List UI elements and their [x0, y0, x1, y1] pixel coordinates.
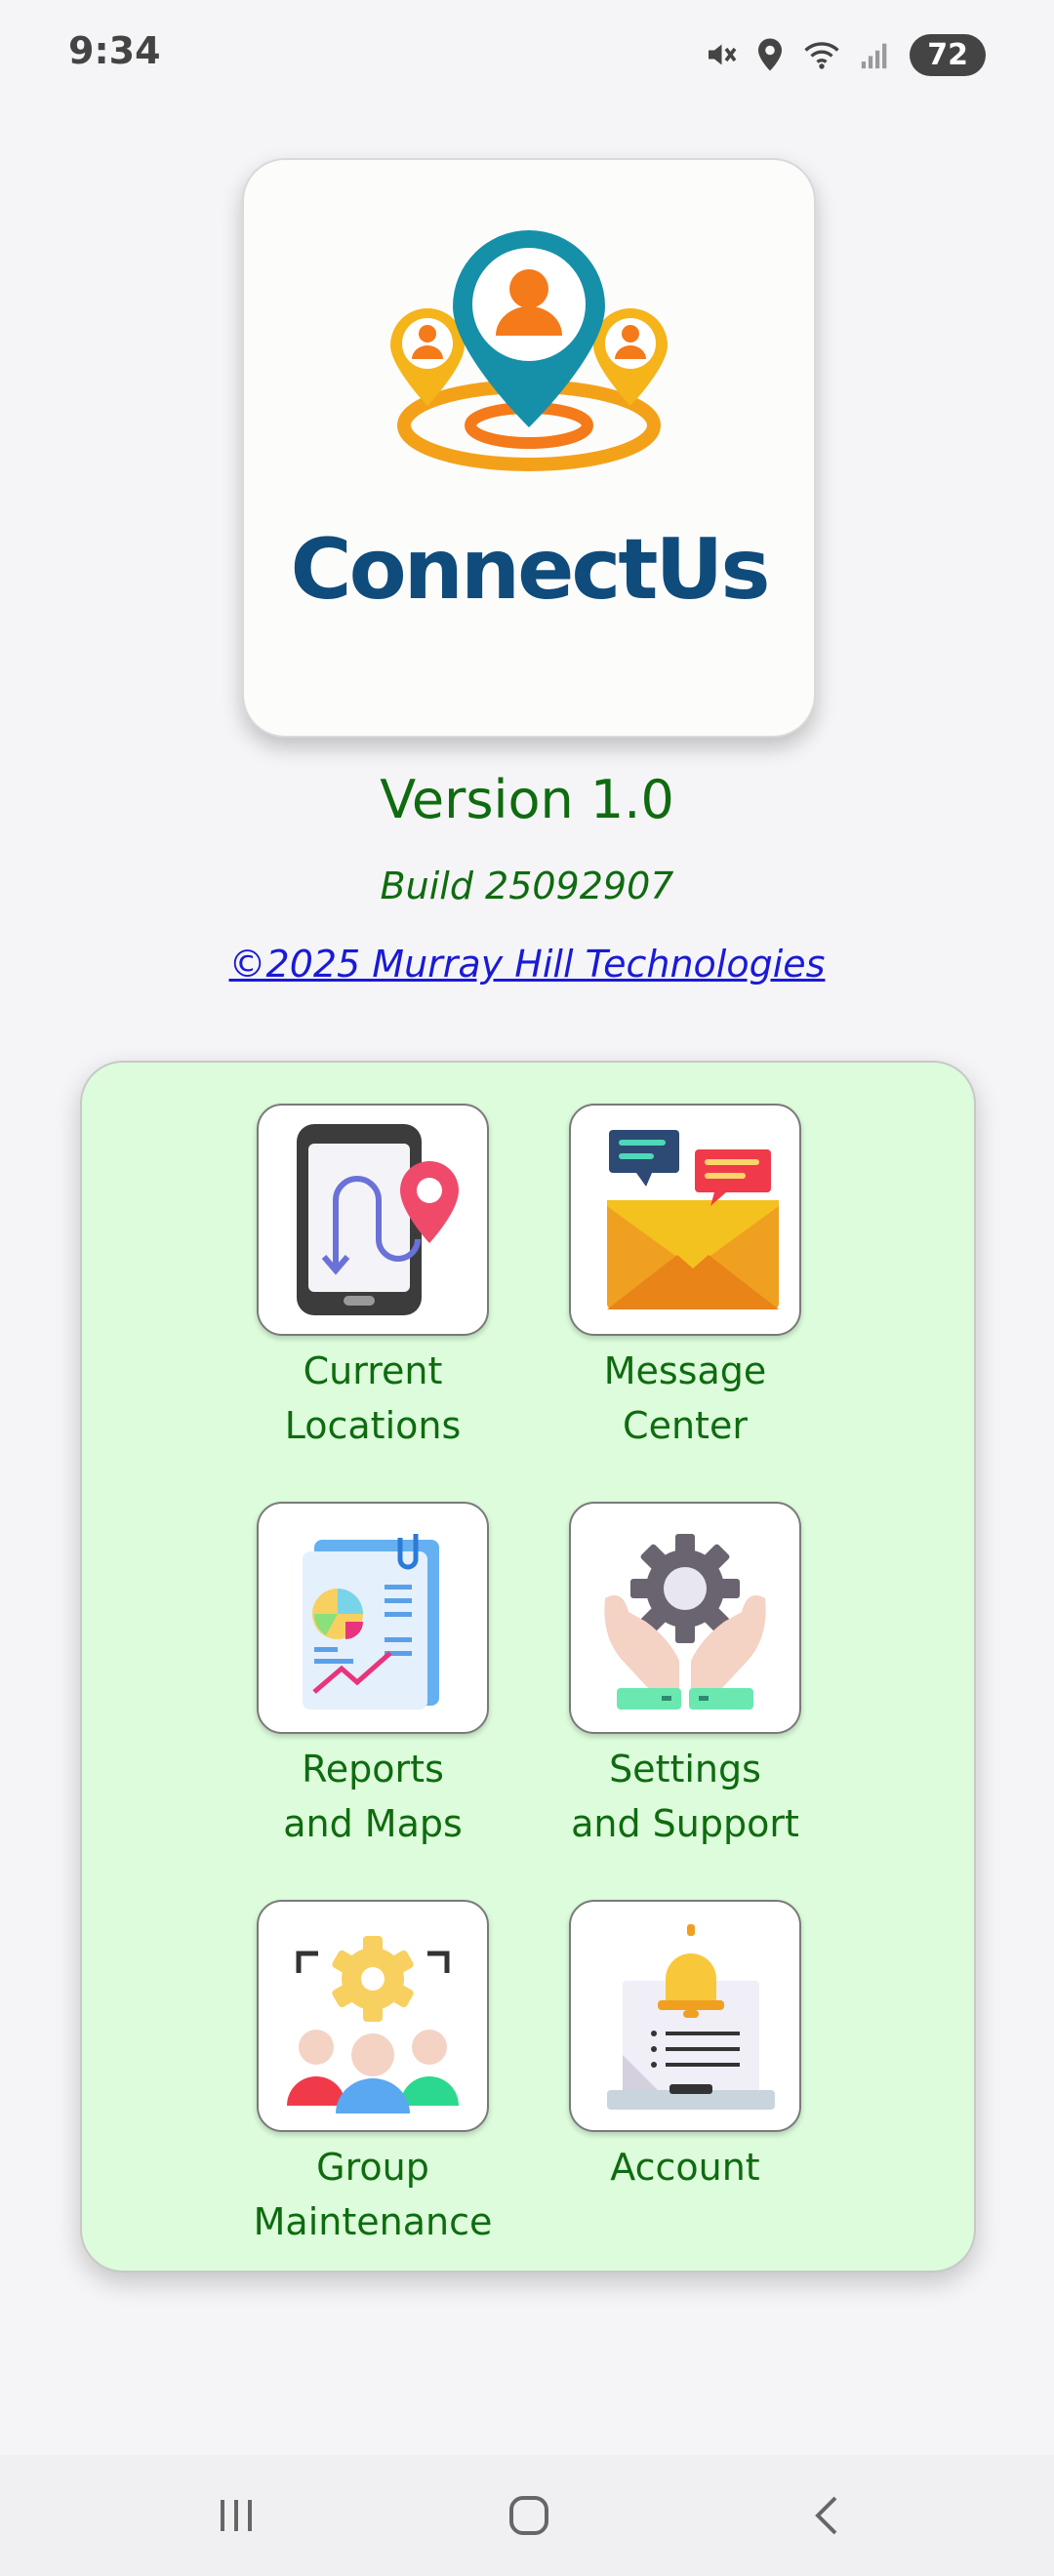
tile-icon-frame	[569, 1104, 801, 1336]
menu-item-settings-and-support[interactable]: Settings and Support	[539, 1502, 831, 1851]
tile-label: Group Maintenance	[253, 2146, 493, 2243]
main-menu-panel: Current Locations Message Center Reports…	[80, 1061, 976, 2273]
wifi-icon	[804, 42, 839, 69]
version-text: Version 1.0	[380, 769, 674, 830]
signal-icon	[862, 43, 887, 69]
battery-badge: 72	[910, 33, 986, 76]
status-time: 9:34	[68, 29, 161, 72]
tile-icon-frame	[569, 1900, 801, 2132]
phone-location-icon	[297, 1124, 459, 1315]
build-text: Build 25092907	[380, 865, 674, 907]
tile-label: Reports and Maps	[283, 1748, 463, 1845]
menu-item-message-center[interactable]: Message Center	[539, 1104, 831, 1453]
app-logo-card: ConnectUs	[242, 158, 816, 738]
system-nav-bar	[0, 2455, 1054, 2576]
back-icon	[815, 2496, 837, 2535]
gear-hands-icon	[604, 1534, 766, 1710]
envelope-chat-icon	[607, 1130, 779, 1309]
home-icon	[509, 2496, 548, 2535]
status-icons: 72	[703, 27, 986, 82]
copyright-link[interactable]: ©2025 Murray Hill Technologies	[0, 943, 1054, 986]
back-button[interactable]	[787, 2484, 865, 2547]
app-name-wordmark: ConnectUs	[290, 521, 770, 619]
location-icon	[758, 38, 783, 71]
menu-item-group-maintenance[interactable]: Group Maintenance	[226, 1900, 519, 2249]
home-button[interactable]	[490, 2484, 568, 2547]
recent-apps-button[interactable]	[197, 2484, 275, 2547]
menu-item-account[interactable]: Account	[539, 1900, 831, 2194]
mute-icon	[709, 44, 737, 65]
tile-label: Current Locations	[284, 1349, 462, 1447]
tile-label: Settings and Support	[571, 1748, 799, 1845]
laptop-bell-icon	[607, 1924, 775, 2110]
tile-icon-frame	[257, 1502, 489, 1734]
menu-item-reports-and-maps[interactable]: Reports and Maps	[226, 1502, 519, 1851]
group-gear-icon	[287, 1936, 459, 2113]
tile-icon-frame	[569, 1502, 801, 1734]
tile-icon-frame	[257, 1104, 489, 1336]
tile-label: Account	[610, 2146, 760, 2189]
menu-item-current-locations[interactable]: Current Locations	[226, 1104, 519, 1453]
recent-apps-icon	[221, 2500, 252, 2531]
location-pin-group-logo-icon	[390, 230, 668, 471]
status-bar: 9:34 72	[0, 0, 1054, 107]
report-chart-icon	[303, 1534, 439, 1710]
tile-label: Message Center	[603, 1349, 767, 1447]
tile-icon-frame	[257, 1900, 489, 2132]
